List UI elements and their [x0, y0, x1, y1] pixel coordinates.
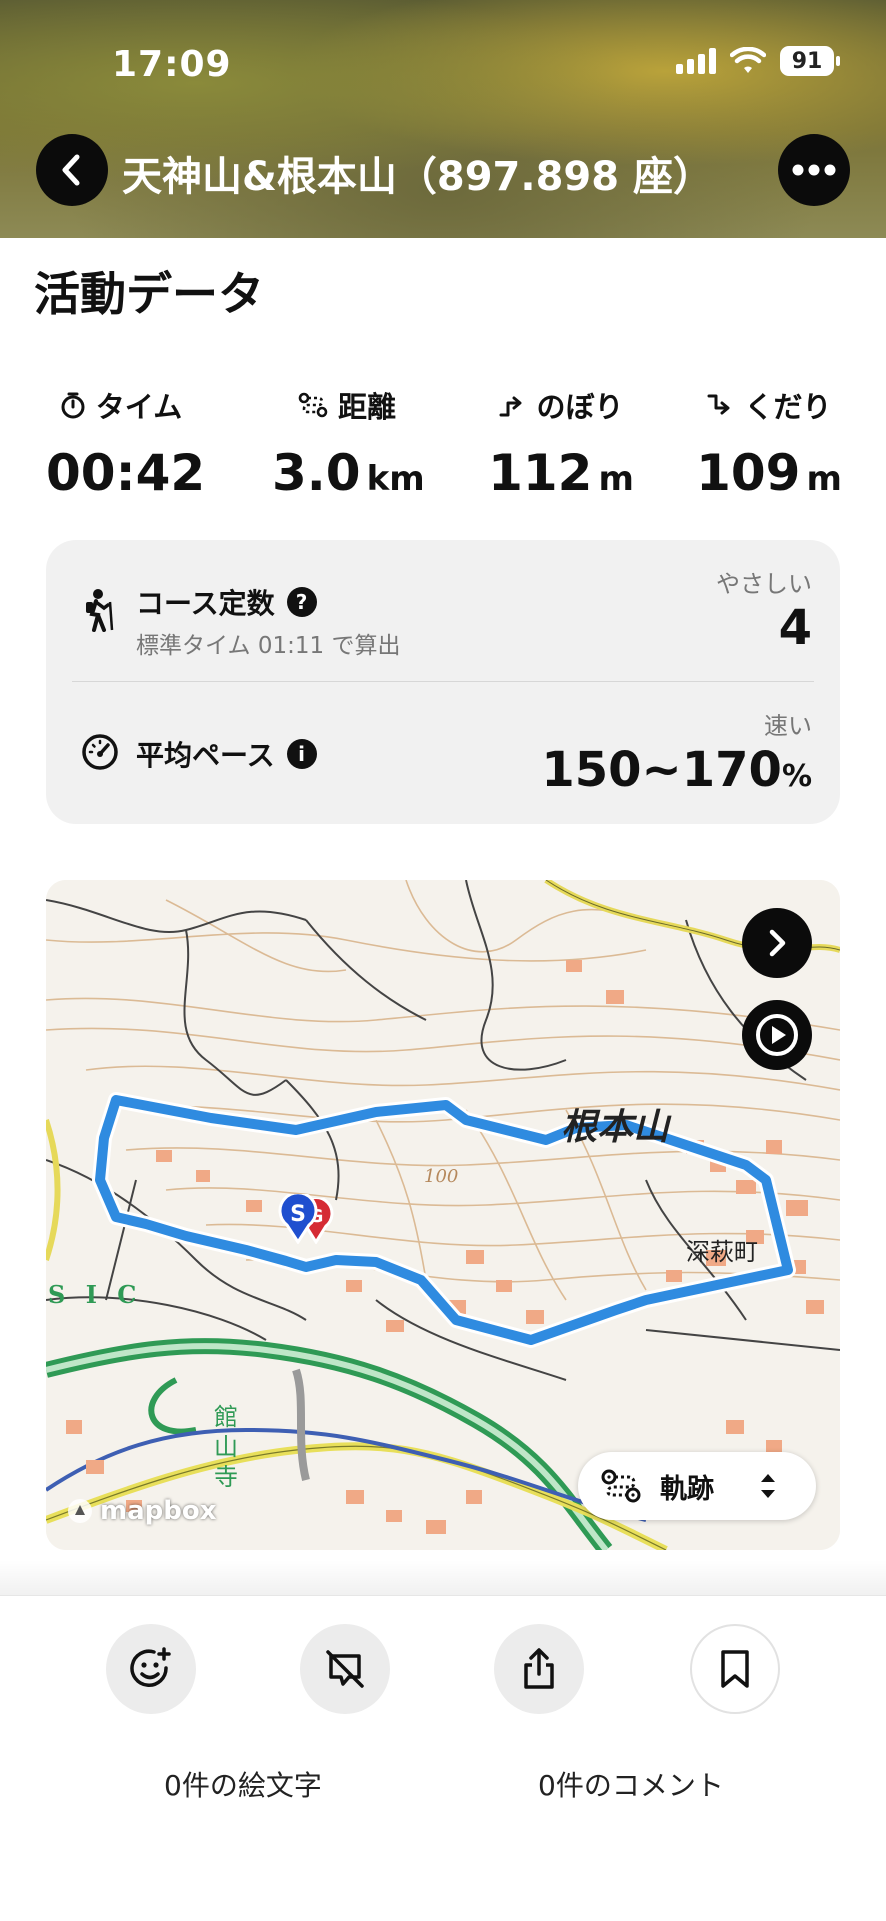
- mapbox-logo: mapbox: [66, 1496, 217, 1526]
- pace-speed: 速い: [764, 712, 812, 740]
- map-mountain-label: 根本山: [561, 1106, 670, 1148]
- stat-distance-value: 3.0: [272, 444, 361, 502]
- mapbox-brand: mapbox: [100, 1496, 217, 1526]
- add-emoji-button[interactable]: [106, 1624, 196, 1714]
- stat-distance-unit: km: [366, 459, 425, 499]
- stat-descent: くだり 109 m: [694, 384, 844, 502]
- stat-time-value: 00:42: [46, 444, 206, 502]
- course-constant-label: コース定数: [136, 587, 275, 620]
- stat-descent-value: 109: [696, 444, 801, 502]
- map-contour-label: 100: [424, 1166, 459, 1187]
- chevron-right-icon: [769, 929, 786, 957]
- page-title: 天神山&根本山（897.898 座）: [122, 154, 713, 200]
- comment-count[interactable]: 0件のコメント: [538, 1764, 724, 1804]
- header-background: 17:09 91 天神山&根本山（897.898 座）: [0, 0, 886, 238]
- section-title: 活動データ: [34, 267, 264, 321]
- stat-time: タイム 00:42: [46, 384, 205, 502]
- start-marker-icon: S: [278, 1194, 318, 1244]
- add-emoji-icon: [130, 1647, 171, 1687]
- map-play-button[interactable]: [742, 1000, 812, 1070]
- mapbox-icon: [68, 1499, 92, 1523]
- map-terrain: [46, 880, 840, 1550]
- play-circle-icon: [756, 1014, 798, 1056]
- route-icon: [298, 392, 328, 418]
- average-pace-label: 平均ペース: [136, 739, 275, 772]
- info-icon[interactable]: i: [286, 739, 317, 769]
- pace-value-number: 150~170: [541, 742, 782, 798]
- more-dots-icon: [792, 164, 836, 176]
- map-station-label: 館山寺: [214, 1403, 238, 1491]
- map-sic-label: S I C: [48, 1280, 143, 1309]
- track-button-label: 軌跡: [660, 1473, 714, 1505]
- comment-off-icon: [326, 1650, 364, 1688]
- descent-icon: [707, 394, 730, 415]
- share-icon: [524, 1648, 554, 1689]
- stat-ascent-value: 112: [488, 444, 593, 502]
- emoji-count[interactable]: 0件の絵文字: [164, 1764, 322, 1804]
- back-button[interactable]: [36, 134, 108, 206]
- stat-distance-label: 距離: [337, 390, 396, 424]
- stat-time-label: タイム: [95, 390, 183, 424]
- bookmark-icon: [721, 1650, 749, 1688]
- help-icon[interactable]: ?: [286, 587, 317, 617]
- svg-text:S: S: [290, 1202, 306, 1227]
- bottom-action-bar: 0件の絵文字 0件のコメント: [0, 1595, 886, 1921]
- course-difficulty: やさしい: [716, 570, 812, 598]
- chevron-left-icon: [62, 154, 80, 186]
- stat-ascent: のぼり 112 m: [486, 384, 636, 502]
- hiker-icon: [86, 589, 114, 632]
- bookmark-button[interactable]: [690, 1624, 780, 1714]
- pace-value: 150~170%: [541, 742, 812, 798]
- stat-ascent-unit: m: [598, 459, 634, 499]
- wifi-icon: [730, 47, 766, 73]
- stopwatch-icon: [61, 392, 85, 419]
- signal-icon: [676, 48, 716, 74]
- more-button[interactable]: [778, 134, 850, 206]
- pace-value-unit: %: [781, 759, 812, 794]
- battery-icon: 91: [780, 46, 840, 76]
- up-down-chevron-icon: [761, 1474, 775, 1498]
- stat-ascent-label: のぼり: [536, 390, 624, 424]
- stat-descent-unit: m: [806, 459, 842, 499]
- speedometer-icon: [82, 734, 118, 770]
- track-selector-button[interactable]: 軌跡: [578, 1452, 816, 1520]
- ascent-icon: [499, 396, 522, 417]
- stats-row: タイム 00:42 距離 3.0 km のぼり 112 m くだり 109 m: [0, 384, 886, 514]
- status-time: 17:09: [112, 44, 232, 85]
- route-map[interactable]: G S 根本山 深萩町 100 S I C 館山寺 mapbox: [46, 880, 840, 1550]
- course-constant-value: 4: [778, 600, 812, 656]
- comment-disabled-button[interactable]: [300, 1624, 390, 1714]
- map-expand-button[interactable]: [742, 908, 812, 978]
- average-pace-row[interactable]: 平均ペース i 速い 150~170%: [46, 682, 840, 824]
- bottom-shadow: [0, 1560, 886, 1596]
- course-standard-time: 標準タイム 01:11 で算出: [136, 633, 401, 659]
- route-icon: [601, 1469, 641, 1503]
- stat-distance: 距離 3.0 km: [272, 384, 425, 502]
- course-info-card: コース定数 ? 標準タイム 01:11 で算出 やさしい 4 平均ペース i 速…: [46, 540, 840, 824]
- share-button[interactable]: [494, 1624, 584, 1714]
- course-constant-row[interactable]: コース定数 ? 標準タイム 01:11 で算出 やさしい 4: [46, 540, 840, 682]
- stat-descent-label: くだり: [744, 390, 832, 424]
- status-icons: 91: [676, 46, 840, 76]
- map-town-label: 深萩町: [686, 1238, 758, 1266]
